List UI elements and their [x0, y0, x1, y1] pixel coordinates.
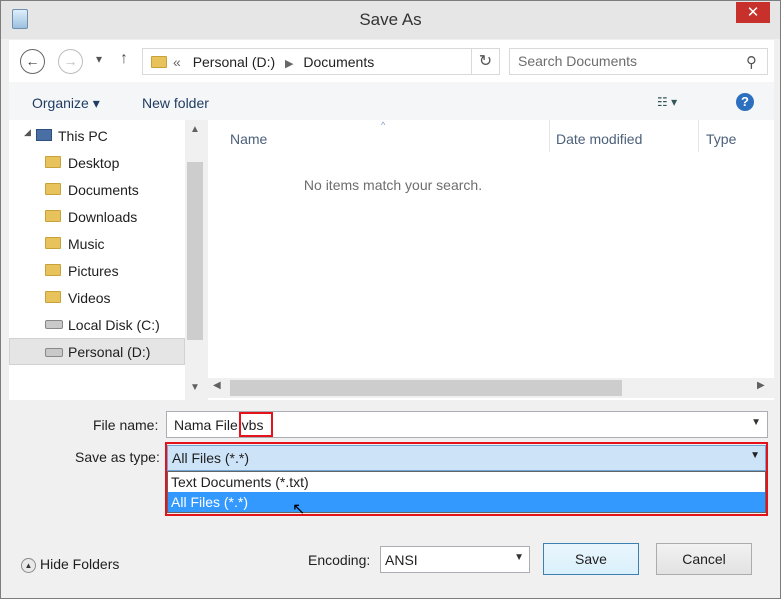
tree-item-label: Personal (D:)	[68, 344, 151, 360]
tree-item-documents[interactable]: Documents	[9, 176, 185, 203]
type-highlight-box	[165, 442, 768, 516]
new-folder-button[interactable]: New folder	[142, 95, 209, 111]
tree-item-desktop[interactable]: Desktop	[9, 149, 185, 176]
tree-item-local-disk-c[interactable]: Local Disk (C:)	[9, 311, 185, 338]
breadcrumb-overflow[interactable]: «	[173, 54, 181, 70]
search-input[interactable]	[518, 53, 733, 69]
navigation-pane: ◢ This PC Desktop Documents Downloads Mu…	[9, 120, 205, 400]
organize-button[interactable]: Organize ▾	[32, 95, 100, 112]
tree-item-label: Downloads	[68, 209, 138, 225]
tree-item-label: Local Disk (C:)	[68, 317, 160, 333]
tree-item-pictures[interactable]: Pictures	[9, 257, 185, 284]
tree-item-this-pc[interactable]: ◢ This PC	[9, 122, 185, 149]
help-icon[interactable]: ?	[736, 93, 754, 111]
folder-icon	[45, 237, 61, 249]
cancel-button[interactable]: Cancel	[656, 543, 752, 575]
search-box[interactable]: ⚲	[509, 48, 768, 75]
folder-icon	[45, 183, 61, 195]
tree-item-downloads[interactable]: Downloads	[9, 203, 185, 230]
scrollbar-thumb[interactable]	[187, 162, 203, 340]
column-header-date-modified[interactable]: Date modified	[556, 131, 642, 147]
back-button[interactable]: ←	[20, 49, 45, 74]
search-icon[interactable]: ⚲	[746, 53, 757, 71]
change-view-icon[interactable]: ☷ ▾	[657, 95, 677, 109]
close-button[interactable]: ✕	[736, 2, 770, 23]
encoding-select[interactable]: ANSI ▼	[380, 546, 530, 573]
breadcrumb: « Personal (D:) ▶ Documents	[173, 54, 374, 70]
hide-folders-label: Hide Folders	[40, 556, 120, 572]
scroll-right-icon[interactable]: ▶	[757, 380, 765, 391]
tree-item-label: Desktop	[68, 155, 120, 171]
title-bar[interactable]: Save As ✕	[1, 1, 780, 39]
scrollbar-thumb[interactable]	[230, 380, 622, 396]
computer-icon	[36, 129, 52, 141]
save-as-dialog: Save As ✕ ← → ▾ ↑ « Personal (D:) ▶ Docu…	[0, 0, 781, 599]
folder-icon	[151, 56, 167, 68]
navigation-bar: ← → ▾ ↑ « Personal (D:) ▶ Documents ↻ ⚲	[9, 40, 774, 82]
column-divider[interactable]	[549, 120, 550, 152]
breadcrumb-separator-icon[interactable]: ▶	[285, 58, 293, 70]
file-list-horizontal-scrollbar[interactable]: ◀ ▶	[208, 378, 774, 398]
refresh-button[interactable]: ↻	[471, 49, 499, 74]
sort-ascending-icon: ^	[381, 120, 386, 130]
chevron-down-icon[interactable]: ▼	[514, 552, 524, 563]
hide-folders-button[interactable]: ▲ Hide Folders	[21, 556, 119, 573]
forward-button[interactable]: →	[58, 49, 83, 74]
scroll-left-icon[interactable]: ◀	[213, 380, 221, 391]
empty-message: No items match your search.	[303, 177, 483, 193]
window-title: Save As	[359, 10, 422, 29]
chevron-down-icon[interactable]: ▼	[751, 417, 761, 428]
column-header-type[interactable]: Type	[706, 131, 736, 147]
folder-icon	[45, 264, 61, 276]
recent-locations-dropdown[interactable]: ▾	[96, 52, 102, 66]
tree-item-personal-d[interactable]: Personal (D:)	[9, 338, 185, 365]
tree-item-music[interactable]: Music	[9, 230, 185, 257]
file-list-pane: ^ Name Date modified Type No items match…	[208, 120, 774, 400]
collapse-icon: ▲	[21, 557, 36, 573]
mouse-cursor-icon: ↖	[292, 501, 306, 518]
folder-icon	[45, 291, 61, 303]
expand-icon[interactable]: ◢	[24, 127, 31, 138]
tree-item-videos[interactable]: Videos	[9, 284, 185, 311]
tree-item-label: Music	[68, 236, 105, 252]
save-button[interactable]: Save	[543, 543, 639, 575]
command-toolbar: Organize ▾ New folder ☷ ▾ ?	[9, 82, 774, 120]
extension-highlight-box	[239, 412, 273, 437]
folder-icon	[45, 210, 61, 222]
breadcrumb-item-personal[interactable]: Personal (D:)	[193, 54, 275, 70]
tree-item-label: Pictures	[68, 263, 119, 279]
column-header-name[interactable]: Name	[230, 131, 267, 147]
scroll-down-icon[interactable]: ▼	[190, 382, 200, 393]
save-as-type-label: Save as type:	[75, 449, 160, 465]
drive-icon	[45, 320, 63, 329]
encoding-label: Encoding:	[308, 552, 371, 568]
scroll-up-icon[interactable]: ▲	[190, 124, 200, 135]
tree-item-label: Documents	[68, 182, 139, 198]
tree-scrollbar[interactable]: ▲ ▼	[185, 120, 205, 400]
drive-icon	[45, 348, 63, 357]
column-divider[interactable]	[698, 120, 699, 152]
folder-icon	[45, 156, 61, 168]
file-name-label: File name:	[93, 417, 159, 433]
encoding-value: ANSI	[385, 552, 418, 568]
up-button[interactable]: ↑	[120, 50, 128, 68]
tree-item-label: This PC	[58, 128, 108, 144]
tree-item-label: Videos	[68, 290, 111, 306]
breadcrumb-item-documents[interactable]: Documents	[303, 54, 374, 70]
address-bar[interactable]: « Personal (D:) ▶ Documents ↻	[142, 48, 500, 75]
